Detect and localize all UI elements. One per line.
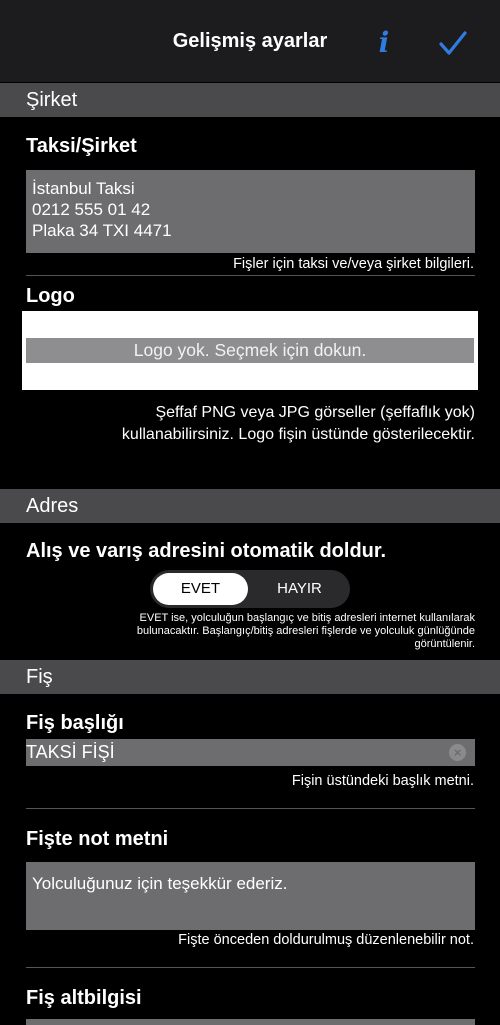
receipt-note-value: Yolculuğunuz için teşekkür ederiz. (32, 874, 288, 893)
section-header-company: Şirket (0, 83, 500, 117)
segment-no[interactable]: HAYIR (252, 573, 347, 605)
taxi-company-help: Fişler için taksi ve/veya şirket bilgile… (233, 256, 474, 272)
taxi-company-line: İstanbul Taksi (32, 179, 135, 198)
receipt-note-textarea[interactable]: Yolculuğunuz için teşekkür ederiz. (26, 862, 475, 930)
autofill-segmented-control: EVET HAYIR (150, 570, 350, 608)
receipt-title-help: Fişin üstündeki başlık metni. (291, 773, 474, 789)
divider (26, 808, 475, 809)
receipt-note-label: Fişte not metni (26, 828, 169, 850)
logo-help: Şeffaf PNG veya JPG görseller (şeffaflık… (26, 402, 475, 446)
checkmark-icon[interactable] (438, 30, 468, 56)
receipt-title-input[interactable]: TAKSİ FİŞİ × (26, 739, 475, 766)
logo-placeholder: Logo yok. Seçmek için dokun. (26, 338, 474, 363)
autofill-address-label: Alış ve varış adresini otomatik doldur. (26, 540, 387, 562)
taxi-company-textarea[interactable]: İstanbul Taksi 0212 555 01 42 Plaka 34 T… (26, 170, 475, 253)
logo-help-line: kullanabilirsiniz. Logo fişin üstünde gö… (121, 426, 475, 443)
autofill-help: EVET ise, yolculuğun başlangıç ve bitiş … (26, 612, 475, 651)
section-header-receipt: Fiş (0, 660, 500, 694)
section-header-address: Adres (0, 489, 500, 523)
taxi-company-line: 0212 555 01 42 (32, 200, 151, 219)
receipt-title-value: TAKSİ FİŞİ (26, 742, 115, 762)
autofill-help-line: bulunacaktır. Başlangıç/bitiş adresleri … (136, 625, 475, 637)
info-icon[interactable]: i (372, 26, 396, 60)
autofill-help-line: EVET ise, yolculuğun başlangıç ve bitiş … (139, 612, 475, 624)
autofill-help-line: görüntülenir. (414, 638, 475, 650)
page-title: Gelişmiş ayarlar (172, 30, 328, 52)
logo-picker[interactable]: Logo yok. Seçmek için dokun. (22, 311, 478, 390)
logo-label: Logo (26, 285, 75, 307)
receipt-title-label: Fiş başlığı (26, 712, 124, 734)
divider (26, 967, 475, 968)
clear-icon[interactable]: × (449, 744, 466, 761)
navigation-bar: Gelişmiş ayarlar i (0, 0, 500, 82)
taxi-company-label: Taksi/Şirket (26, 135, 137, 157)
receipt-note-help: Fişte önceden doldurulmuş düzenlenebilir… (178, 932, 474, 948)
receipt-footer-label: Fiş altbilgisi (26, 987, 142, 1009)
segment-yes[interactable]: EVET (153, 573, 248, 605)
receipt-footer-input[interactable] (26, 1019, 475, 1025)
divider (26, 275, 475, 276)
taxi-company-line: Plaka 34 TXI 4471 (32, 221, 172, 240)
logo-help-line: Şeffaf PNG veya JPG görseller (şeffaflık… (155, 404, 475, 421)
